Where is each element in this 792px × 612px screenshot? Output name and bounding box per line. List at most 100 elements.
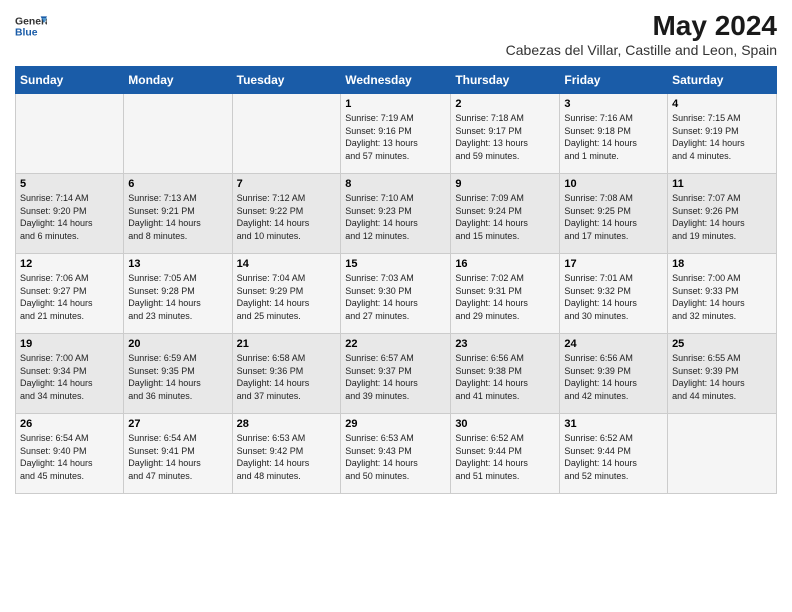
day-info: Sunrise: 7:06 AM Sunset: 9:27 PM Dayligh…: [20, 272, 119, 322]
day-cell: 10 Sunrise: 7:08 AM Sunset: 9:25 PM Dayli…: [560, 174, 668, 254]
day-cell: 17 Sunrise: 7:01 AM Sunset: 9:32 PM Dayli…: [560, 254, 668, 334]
col-header-friday: Friday: [560, 67, 668, 94]
day-cell: 22 Sunrise: 6:57 AM Sunset: 9:37 PM Dayli…: [341, 334, 451, 414]
day-info: Sunrise: 6:52 AM Sunset: 9:44 PM Dayligh…: [564, 432, 663, 482]
day-cell: 9 Sunrise: 7:09 AM Sunset: 9:24 PM Daylig…: [451, 174, 560, 254]
col-header-saturday: Saturday: [668, 67, 777, 94]
day-cell: 25Sunrise: 6:55 AM Sunset: 9:39 PM Dayli…: [668, 334, 777, 414]
day-cell: [16, 94, 124, 174]
day-info: Sunrise: 7:00 AM Sunset: 9:33 PM Dayligh…: [672, 272, 772, 322]
day-info: Sunrise: 7:00 AM Sunset: 9:34 PM Dayligh…: [20, 352, 119, 402]
main-title: May 2024: [506, 10, 777, 42]
week-row-4: 19 Sunrise: 7:00 AM Sunset: 9:34 PM Dayli…: [16, 334, 777, 414]
col-header-wednesday: Wednesday: [341, 67, 451, 94]
day-cell: 20 Sunrise: 6:59 AM Sunset: 9:35 PM Dayli…: [124, 334, 232, 414]
day-cell: 2 Sunrise: 7:18 AM Sunset: 9:17 PM Daylig…: [451, 94, 560, 174]
day-cell: 29 Sunrise: 6:53 AM Sunset: 9:43 PM Dayli…: [341, 414, 451, 494]
day-cell: 5 Sunrise: 7:14 AM Sunset: 9:20 PM Daylig…: [16, 174, 124, 254]
day-cell: 6 Sunrise: 7:13 AM Sunset: 9:21 PM Daylig…: [124, 174, 232, 254]
day-info: Sunrise: 7:18 AM Sunset: 9:17 PM Dayligh…: [455, 112, 555, 162]
day-info: Sunrise: 7:12 AM Sunset: 9:22 PM Dayligh…: [237, 192, 337, 242]
day-number: 3: [564, 98, 663, 110]
day-number: 22: [345, 338, 446, 350]
day-number: 6: [128, 178, 227, 190]
day-info: Sunrise: 7:14 AM Sunset: 9:20 PM Dayligh…: [20, 192, 119, 242]
day-number: 12: [20, 258, 119, 270]
day-cell: 26 Sunrise: 6:54 AM Sunset: 9:40 PM Dayli…: [16, 414, 124, 494]
day-info: Sunrise: 7:16 AM Sunset: 9:18 PM Dayligh…: [564, 112, 663, 162]
day-info: Sunrise: 7:03 AM Sunset: 9:30 PM Dayligh…: [345, 272, 446, 322]
day-info: Sunrise: 7:19 AM Sunset: 9:16 PM Dayligh…: [345, 112, 446, 162]
day-cell: 21 Sunrise: 6:58 AM Sunset: 9:36 PM Dayli…: [232, 334, 341, 414]
day-number: 20: [128, 338, 227, 350]
day-info: Sunrise: 7:04 AM Sunset: 9:29 PM Dayligh…: [237, 272, 337, 322]
day-info: Sunrise: 7:02 AM Sunset: 9:31 PM Dayligh…: [455, 272, 555, 322]
day-info: Sunrise: 7:01 AM Sunset: 9:32 PM Dayligh…: [564, 272, 663, 322]
day-number: 1: [345, 98, 446, 110]
logo: General Blue: [15, 10, 51, 42]
day-cell: 8 Sunrise: 7:10 AM Sunset: 9:23 PM Daylig…: [341, 174, 451, 254]
day-number: 8: [345, 178, 446, 190]
day-number: 16: [455, 258, 555, 270]
day-info: Sunrise: 7:08 AM Sunset: 9:25 PM Dayligh…: [564, 192, 663, 242]
day-number: 21: [237, 338, 337, 350]
day-number: 26: [20, 418, 119, 430]
day-info: Sunrise: 6:54 AM Sunset: 9:41 PM Dayligh…: [128, 432, 227, 482]
day-info: Sunrise: 6:53 AM Sunset: 9:43 PM Dayligh…: [345, 432, 446, 482]
day-cell: 12 Sunrise: 7:06 AM Sunset: 9:27 PM Dayli…: [16, 254, 124, 334]
day-info: Sunrise: 7:10 AM Sunset: 9:23 PM Dayligh…: [345, 192, 446, 242]
day-info: Sunrise: 6:57 AM Sunset: 9:37 PM Dayligh…: [345, 352, 446, 402]
col-header-monday: Monday: [124, 67, 232, 94]
week-row-2: 5 Sunrise: 7:14 AM Sunset: 9:20 PM Daylig…: [16, 174, 777, 254]
col-header-thursday: Thursday: [451, 67, 560, 94]
day-cell: [124, 94, 232, 174]
logo-icon: General Blue: [15, 10, 47, 42]
svg-text:Blue: Blue: [15, 28, 38, 39]
calendar-table: SundayMondayTuesdayWednesdayThursdayFrid…: [15, 66, 777, 494]
day-number: 4: [672, 98, 772, 110]
day-info: Sunrise: 6:55 AM Sunset: 9:39 PM Dayligh…: [672, 352, 772, 402]
day-number: 11: [672, 178, 772, 190]
day-number: 23: [455, 338, 555, 350]
day-info: Sunrise: 7:05 AM Sunset: 9:28 PM Dayligh…: [128, 272, 227, 322]
day-cell: 1 Sunrise: 7:19 AM Sunset: 9:16 PM Daylig…: [341, 94, 451, 174]
day-info: Sunrise: 6:52 AM Sunset: 9:44 PM Dayligh…: [455, 432, 555, 482]
day-number: 17: [564, 258, 663, 270]
day-info: Sunrise: 7:09 AM Sunset: 9:24 PM Dayligh…: [455, 192, 555, 242]
day-number: 9: [455, 178, 555, 190]
day-number: 31: [564, 418, 663, 430]
day-number: 30: [455, 418, 555, 430]
day-number: 10: [564, 178, 663, 190]
day-cell: 31 Sunrise: 6:52 AM Sunset: 9:44 PM Dayli…: [560, 414, 668, 494]
day-info: Sunrise: 6:53 AM Sunset: 9:42 PM Dayligh…: [237, 432, 337, 482]
day-cell: 4 Sunrise: 7:15 AM Sunset: 9:19 PM Daylig…: [668, 94, 777, 174]
day-number: 14: [237, 258, 337, 270]
day-number: 19: [20, 338, 119, 350]
col-header-sunday: Sunday: [16, 67, 124, 94]
day-cell: 13Sunrise: 7:05 AM Sunset: 9:28 PM Dayli…: [124, 254, 232, 334]
day-info: Sunrise: 6:58 AM Sunset: 9:36 PM Dayligh…: [237, 352, 337, 402]
day-number: 27: [128, 418, 227, 430]
header: General Blue May 2024 Cabezas del Villar…: [15, 10, 777, 58]
day-number: 29: [345, 418, 446, 430]
day-cell: 19 Sunrise: 7:00 AM Sunset: 9:34 PM Dayli…: [16, 334, 124, 414]
day-info: Sunrise: 7:13 AM Sunset: 9:21 PM Dayligh…: [128, 192, 227, 242]
day-info: Sunrise: 6:54 AM Sunset: 9:40 PM Dayligh…: [20, 432, 119, 482]
day-info: Sunrise: 6:59 AM Sunset: 9:35 PM Dayligh…: [128, 352, 227, 402]
week-row-5: 26 Sunrise: 6:54 AM Sunset: 9:40 PM Dayli…: [16, 414, 777, 494]
day-info: Sunrise: 6:56 AM Sunset: 9:39 PM Dayligh…: [564, 352, 663, 402]
day-number: 7: [237, 178, 337, 190]
day-cell: 24 Sunrise: 6:56 AM Sunset: 9:39 PM Dayli…: [560, 334, 668, 414]
day-cell: 14 Sunrise: 7:04 AM Sunset: 9:29 PM Dayli…: [232, 254, 341, 334]
day-number: 2: [455, 98, 555, 110]
day-number: 15: [345, 258, 446, 270]
day-cell: 11Sunrise: 7:07 AM Sunset: 9:26 PM Dayli…: [668, 174, 777, 254]
day-cell: 15 Sunrise: 7:03 AM Sunset: 9:30 PM Dayli…: [341, 254, 451, 334]
day-cell: [668, 414, 777, 494]
day-cell: 16 Sunrise: 7:02 AM Sunset: 9:31 PM Dayli…: [451, 254, 560, 334]
day-number: 24: [564, 338, 663, 350]
day-cell: [232, 94, 341, 174]
day-number: 5: [20, 178, 119, 190]
week-row-3: 12 Sunrise: 7:06 AM Sunset: 9:27 PM Dayli…: [16, 254, 777, 334]
day-info: Sunrise: 7:15 AM Sunset: 9:19 PM Dayligh…: [672, 112, 772, 162]
